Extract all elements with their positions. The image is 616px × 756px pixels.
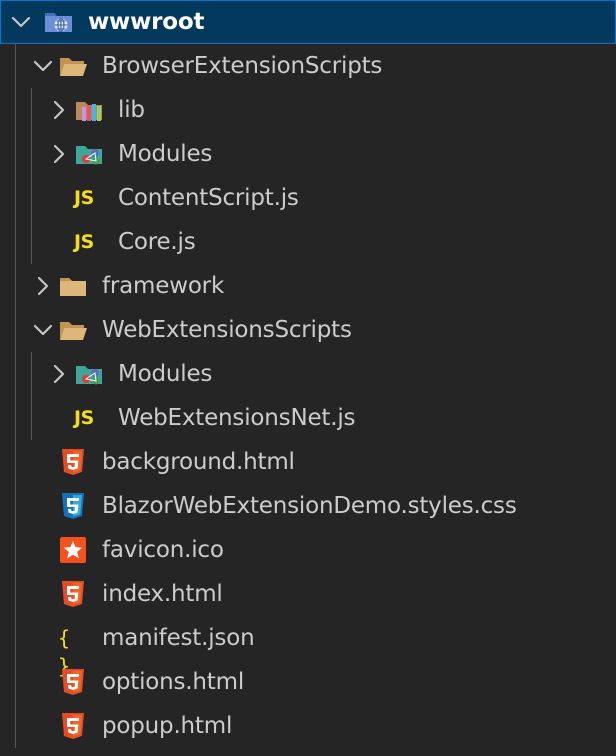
tree-item-label: lib: [118, 97, 145, 123]
html5-icon: [58, 580, 88, 608]
modules-folder-icon: [74, 360, 104, 388]
tree-item-label: options.html: [102, 669, 245, 695]
indent-guide: [15, 176, 16, 220]
tree-folder-webextensionsscripts[interactable]: WebExtensionsScripts: [0, 308, 616, 352]
indent-guide: [15, 396, 16, 440]
tree-item-label: favicon.ico: [102, 537, 224, 563]
tree-item-label: BrowserExtensionScripts: [102, 53, 383, 79]
tree-item-label: WebExtensionsNet.js: [118, 405, 356, 431]
indent-guide: [15, 308, 16, 352]
chevron-right-icon[interactable]: [48, 143, 70, 165]
indent-guide: [15, 704, 16, 748]
tree-item-label: framework: [102, 273, 225, 299]
tree-file-index-html[interactable]: index.html: [0, 572, 616, 616]
tree-file-popup-html[interactable]: popup.html: [0, 704, 616, 748]
tree-file-webextensionsnet-js[interactable]: JS WebExtensionsNet.js: [0, 396, 616, 440]
chevron-down-icon[interactable]: [10, 11, 32, 33]
tree-folder-modules[interactable]: Modules: [0, 352, 616, 396]
indent-guide: [31, 352, 32, 396]
tree-folder-framework[interactable]: framework: [0, 264, 616, 308]
indent-guide: [15, 352, 16, 396]
indent-guide: [15, 264, 16, 308]
library-folder-icon: [74, 96, 104, 124]
indent-guide: [15, 44, 16, 88]
css3-icon: [58, 492, 88, 520]
tree-item-label: Modules: [118, 141, 213, 167]
tree-item-label: Modules: [118, 361, 213, 387]
modules-folder-icon: [74, 140, 104, 168]
chevron-right-icon[interactable]: [48, 363, 70, 385]
tree-folder-wwwroot[interactable]: wwwroot: [0, 0, 616, 44]
indent-guide: [15, 572, 16, 616]
tree-item-label: popup.html: [102, 713, 233, 739]
indent-guide: [31, 132, 32, 176]
indent-guide: [31, 176, 32, 220]
favicon-icon: [58, 536, 88, 564]
tree-file-blazorwebextensiondemo-styles-css[interactable]: BlazorWebExtensionDemo.styles.css: [0, 484, 616, 528]
html5-icon: [58, 448, 88, 476]
json-icon: { }: [58, 626, 73, 678]
indent-guide: [15, 484, 16, 528]
tree-item-label: ContentScript.js: [118, 185, 299, 211]
html5-icon: [58, 668, 88, 696]
tree-file-core-js[interactable]: JS Core.js: [0, 220, 616, 264]
indent-guide: [15, 88, 16, 132]
chevron-right-icon[interactable]: [48, 99, 70, 121]
html5-icon: [58, 712, 88, 740]
indent-guide: [15, 660, 16, 704]
js-icon: JS: [74, 187, 94, 209]
indent-guide: [15, 220, 16, 264]
indent-guide: [15, 440, 16, 484]
indent-guide: [15, 616, 16, 660]
indent-guide: [15, 528, 16, 572]
tree-folder-browserextensionscripts[interactable]: BrowserExtensionScripts: [0, 44, 616, 88]
indent-guide: [31, 396, 32, 440]
tree-item-label: Core.js: [118, 229, 196, 255]
tree-item-label: BlazorWebExtensionDemo.styles.css: [102, 493, 517, 519]
chevron-right-icon[interactable]: [32, 275, 54, 297]
indent-guide: [31, 220, 32, 264]
tree-file-manifest-json[interactable]: { } manifest.json: [0, 616, 616, 678]
tree-folder-lib[interactable]: lib: [0, 88, 616, 132]
folder-open-icon: [58, 52, 88, 80]
js-icon: JS: [74, 231, 94, 253]
chevron-down-icon[interactable]: [32, 319, 54, 341]
tree-item-label: background.html: [102, 449, 295, 475]
tree-item-label: WebExtensionsScripts: [102, 317, 352, 343]
indent-guide: [31, 88, 32, 132]
tree-item-label: manifest.json: [102, 625, 255, 651]
tree-file-options-html[interactable]: options.html: [0, 660, 616, 704]
web-folder-icon: [44, 8, 74, 36]
tree-item-label: index.html: [102, 581, 223, 607]
indent-guide: [15, 132, 16, 176]
tree-file-favicon-ico[interactable]: favicon.ico: [0, 528, 616, 572]
folder-open-icon: [58, 316, 88, 344]
js-icon: JS: [74, 407, 94, 429]
tree-folder-modules[interactable]: Modules: [0, 132, 616, 176]
file-explorer-tree: wwwroot BrowserExtensionScripts lib Modu…: [0, 0, 616, 756]
chevron-down-icon[interactable]: [32, 55, 54, 77]
folder-icon: [58, 272, 88, 300]
tree-file-contentscript-js[interactable]: JS ContentScript.js: [0, 176, 616, 220]
tree-item-label: wwwroot: [88, 9, 205, 35]
tree-file-background-html[interactable]: background.html: [0, 440, 616, 484]
